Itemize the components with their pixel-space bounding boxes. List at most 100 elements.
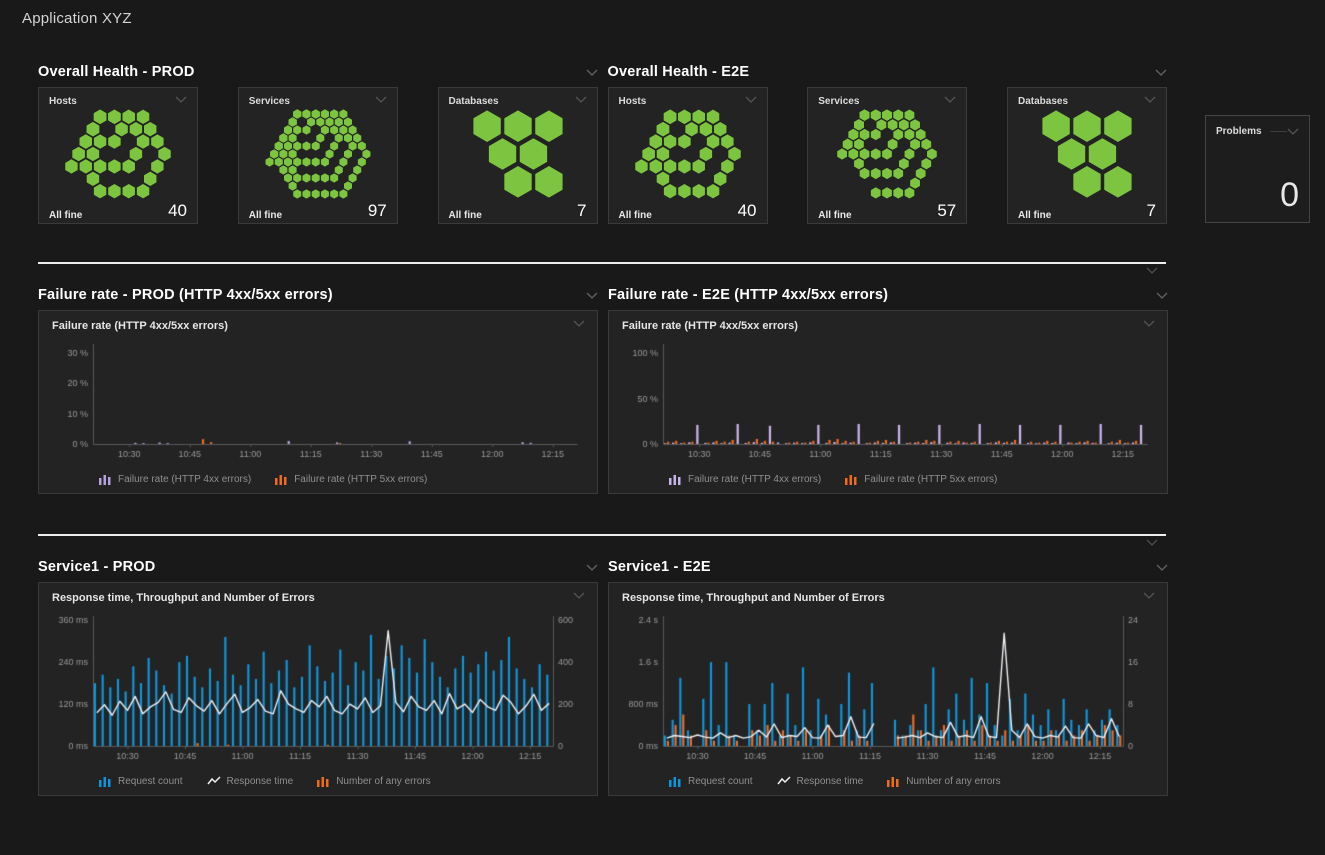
- chevron-down-icon[interactable]: [944, 96, 956, 103]
- legend-item-5xx[interactable]: Failure rate (HTTP 5xx errors): [845, 473, 997, 485]
- chevron-down-icon[interactable]: [575, 96, 587, 103]
- honeycomb-services: [249, 109, 387, 199]
- chevron-down-icon[interactable]: [745, 96, 757, 103]
- entity-count: 40: [738, 201, 757, 221]
- legend-item-response-time[interactable]: Response time: [777, 775, 864, 787]
- service-prod-column: Service1 - PROD Response time, Throughpu…: [38, 556, 598, 796]
- legend-item-request-count[interactable]: Request count: [669, 775, 753, 787]
- status-label: All fine: [1018, 210, 1051, 221]
- section-header-health-prod: Overall Health - PROD: [38, 61, 598, 83]
- section-title-health-e2e: Overall Health - E2E: [608, 64, 750, 80]
- trend-placeholder: [1270, 131, 1287, 132]
- legend-label: Failure rate (HTTP 5xx errors): [294, 474, 427, 485]
- section-title-failure-e2e: Failure rate - E2E (HTTP 4xx/5xx errors): [608, 287, 888, 303]
- chevron-down-icon[interactable]: [1146, 267, 1158, 274]
- failure-e2e-column: Failure rate - E2E (HTTP 4xx/5xx errors)…: [608, 284, 1168, 494]
- honeycomb-databases: [449, 109, 587, 199]
- legend-item-5xx[interactable]: Failure rate (HTTP 5xx errors): [275, 473, 427, 485]
- chevron-down-icon[interactable]: [375, 96, 387, 103]
- chevron-down-icon[interactable]: [573, 320, 585, 327]
- chevron-down-icon[interactable]: [1156, 564, 1168, 571]
- dashboard: Application XYZ Overall Health - PROD Ho…: [0, 0, 1325, 796]
- entity-count: 40: [168, 201, 187, 221]
- chart-title: Failure rate (HTTP 4xx/5xx errors): [622, 320, 798, 332]
- chevron-down-icon[interactable]: [586, 564, 598, 571]
- service-e2e-chart[interactable]: [617, 608, 1159, 770]
- chevron-down-icon[interactable]: [1156, 292, 1168, 299]
- chevron-down-icon[interactable]: [1287, 128, 1299, 135]
- legend-label: Failure rate (HTTP 4xx errors): [688, 474, 821, 485]
- legend-label: Request count: [118, 776, 183, 787]
- chevron-down-icon[interactable]: [586, 292, 598, 299]
- section-header-service-e2e: Service1 - E2E: [608, 556, 1168, 578]
- section-title-health-prod: Overall Health - PROD: [38, 64, 195, 80]
- honeycomb-databases: [1018, 109, 1156, 199]
- failure-prod-column: Failure rate - PROD (HTTP 4xx/5xx errors…: [38, 284, 598, 494]
- legend-item-errors[interactable]: Number of any errors: [317, 775, 430, 787]
- service-e2e-column: Service1 - E2E Response time, Throughput…: [608, 556, 1168, 796]
- entity-count: 7: [1147, 201, 1156, 221]
- tile-label: Problems: [1216, 126, 1262, 137]
- status-label: All fine: [449, 210, 482, 221]
- legend-label: Request count: [688, 776, 753, 787]
- chevron-down-icon[interactable]: [1143, 320, 1155, 327]
- health-tile-services-prod[interactable]: Services All fine 97: [238, 87, 398, 224]
- legend-label: Response time: [227, 776, 294, 787]
- health-tile-services-e2e[interactable]: Services All fine 57: [807, 87, 967, 224]
- tile-label: Hosts: [49, 96, 77, 107]
- health-prod-column: Overall Health - PROD Hosts All fine 40: [38, 61, 598, 224]
- chart-legend: Request count Response time Number of an…: [617, 770, 1159, 789]
- tile-label: Hosts: [619, 96, 647, 107]
- chart-tile-service-prod[interactable]: Response time, Throughput and Number of …: [38, 582, 598, 796]
- honeycomb-services: [818, 109, 956, 199]
- health-tile-databases-prod[interactable]: Databases All fine 7: [438, 87, 598, 224]
- chart-legend: Request count Response time Number of an…: [47, 770, 589, 789]
- chart-tile-service-e2e[interactable]: Response time, Throughput and Number of …: [608, 582, 1168, 796]
- legend-label: Response time: [797, 776, 864, 787]
- honeycomb-hosts: [619, 109, 757, 199]
- chart-title: Response time, Throughput and Number of …: [52, 592, 315, 604]
- chevron-down-icon[interactable]: [1155, 69, 1167, 76]
- legend-item-errors[interactable]: Number of any errors: [887, 775, 1000, 787]
- service-prod-chart[interactable]: [47, 608, 589, 770]
- legend-item-4xx[interactable]: Failure rate (HTTP 4xx errors): [669, 473, 821, 485]
- problems-tile[interactable]: Problems 0: [1205, 115, 1310, 223]
- entity-count: 97: [368, 201, 387, 221]
- problems-column: Problems 0: [1205, 115, 1310, 223]
- tile-label: Databases: [449, 96, 499, 107]
- chevron-down-icon[interactable]: [573, 592, 585, 599]
- failure-rate-prod-chart[interactable]: [47, 336, 589, 468]
- chevron-down-icon[interactable]: [1144, 96, 1156, 103]
- page-title: Application XYZ: [22, 10, 1310, 27]
- status-label: All fine: [619, 210, 652, 221]
- problems-count: 0: [1216, 178, 1299, 212]
- section-header-failure-e2e: Failure rate - E2E (HTTP 4xx/5xx errors): [608, 284, 1168, 306]
- legend-label: Failure rate (HTTP 5xx errors): [864, 474, 997, 485]
- honeycomb-hosts: [49, 109, 187, 199]
- section-header-service-prod: Service1 - PROD: [38, 556, 598, 578]
- chevron-down-icon[interactable]: [1146, 539, 1158, 546]
- health-tile-databases-e2e[interactable]: Databases All fine 7: [1007, 87, 1167, 224]
- failure-rate-e2e-chart[interactable]: [617, 336, 1159, 468]
- tile-label: Services: [818, 96, 859, 107]
- chevron-down-icon[interactable]: [1143, 592, 1155, 599]
- chart-title: Response time, Throughput and Number of …: [622, 592, 885, 604]
- failure-rate-row: Failure rate - PROD (HTTP 4xx/5xx errors…: [38, 284, 1310, 494]
- legend-label: Number of any errors: [336, 776, 430, 787]
- legend-label: Number of any errors: [906, 776, 1000, 787]
- legend-item-response-time[interactable]: Response time: [207, 775, 294, 787]
- chart-tile-failure-e2e[interactable]: Failure rate (HTTP 4xx/5xx errors) Failu…: [608, 310, 1168, 494]
- section-divider: [38, 534, 1310, 548]
- health-row: Overall Health - PROD Hosts All fine 40: [38, 61, 1310, 224]
- tile-label: Services: [249, 96, 290, 107]
- health-tile-hosts-e2e[interactable]: Hosts All fine 40: [608, 87, 768, 224]
- section-title-service-e2e: Service1 - E2E: [608, 559, 711, 575]
- health-tile-hosts-prod[interactable]: Hosts All fine 40: [38, 87, 198, 224]
- tile-label: Databases: [1018, 96, 1068, 107]
- status-label: All fine: [249, 210, 282, 221]
- chevron-down-icon[interactable]: [175, 96, 187, 103]
- legend-item-4xx[interactable]: Failure rate (HTTP 4xx errors): [99, 473, 251, 485]
- chevron-down-icon[interactable]: [586, 69, 598, 76]
- chart-tile-failure-prod[interactable]: Failure rate (HTTP 4xx/5xx errors) Failu…: [38, 310, 598, 494]
- legend-item-request-count[interactable]: Request count: [99, 775, 183, 787]
